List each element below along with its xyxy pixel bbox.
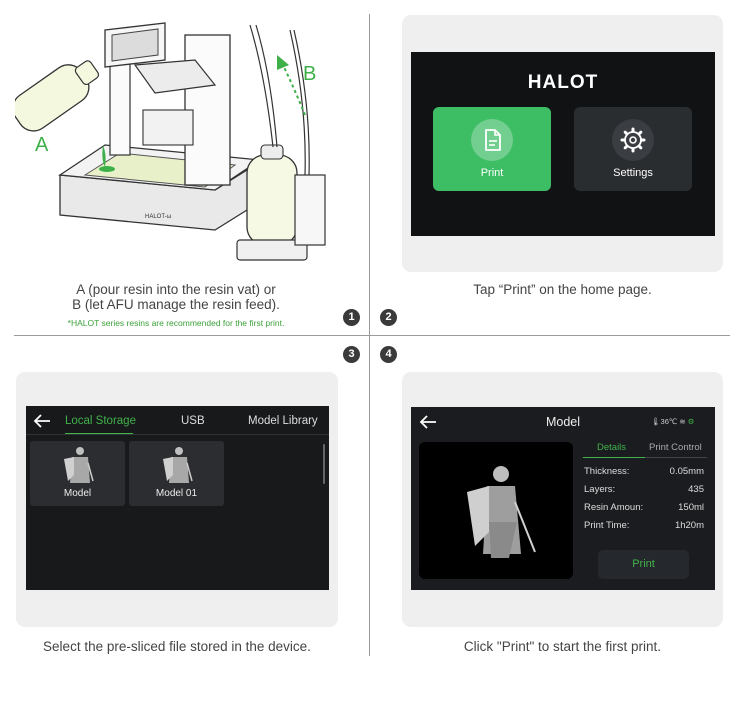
tab-bar-divider [26,434,329,435]
tab-model-library[interactable]: Model Library [248,415,318,427]
scrollbar[interactable] [323,444,325,484]
home-screen: HALOT Print Settings [411,52,715,236]
detail-label: Thickness: [584,466,630,477]
label-a: A [35,134,49,156]
detail-value: 435 [688,484,704,495]
settings-label: Settings [613,167,653,179]
tab-usb[interactable]: USB [181,415,205,427]
step1-caption: A (pour resin into the resin vat) or B (… [15,282,337,312]
active-tab-underline [583,457,645,458]
knight-model-icon [64,447,94,483]
detail-row-layers: Layers: 435 [584,484,704,495]
step3-caption: Select the pre-sliced file stored in the… [43,639,311,654]
brand-logo: HALOT [527,72,599,93]
settings-tile[interactable]: Settings [574,107,692,191]
printer-illustration-card: HALOT-ω A B [15,15,337,272]
file-name: Model 01 [155,488,198,499]
label-b: B [303,63,316,85]
print-tile[interactable]: Print [433,107,551,191]
thermometer-icon: 🌡 [651,417,661,426]
model-detail-screen: Model 🌡36℃ ≋ ⚙ Details Print Control Thi… [411,407,715,590]
detail-row-print-time: Print Time: 1h20m [584,520,704,531]
step-number: 4 [380,346,397,363]
document-icon [485,129,501,151]
detail-row-resin-amount: Resin Amoun: 150ml [584,502,704,513]
tab-print-control[interactable]: Print Control [649,442,702,453]
gear-icon [620,127,646,153]
settings-icon-circle [612,119,654,161]
model-preview [419,442,573,579]
printer-illustration: HALOT-ω A B [15,22,326,261]
tab-local-storage[interactable]: Local Storage [65,415,136,427]
tab-bar-divider [645,457,707,458]
caption-line: B (let AFU manage the resin feed). [72,297,280,312]
temperature-readout: 36℃ [660,417,678,426]
detail-label: Print Time: [584,520,630,531]
file-thumbnail[interactable]: Model [30,441,125,506]
status-bar: 🌡36℃ ≋ ⚙ [651,417,695,426]
knight-model-icon [467,466,536,558]
file-thumbnail[interactable]: Model 01 [129,441,224,506]
detail-row-thickness: Thickness: 0.05mm [584,466,704,477]
step-number: 1 [343,309,360,326]
resin-note: *HALOT series resins are recommended for… [67,318,285,328]
horizontal-divider [14,335,730,336]
step4-caption: Click "Print" to start the first print. [463,639,662,654]
detail-label: Resin Amoun: [584,502,644,513]
file-list-screen: Local Storage USB Model Library Model Mo… [26,406,329,590]
detail-value: 1h20m [674,520,704,531]
tab-details[interactable]: Details [597,442,626,453]
step-number: 3 [343,346,360,363]
file-name: Model [63,488,92,499]
detail-value: 150ml [678,502,704,513]
step-number: 2 [380,309,397,326]
print-icon-circle [471,119,513,161]
gear-icon: ⚙ [687,417,695,426]
detail-label: Layers: [584,484,616,495]
wifi-icon: ≋ [679,417,686,426]
print-button[interactable]: Print [598,550,689,579]
back-arrow-icon[interactable] [33,414,51,428]
detail-value: 0.05mm [669,466,704,477]
caption-line: A (pour resin into the resin vat) or [76,282,276,297]
print-label: Print [480,167,504,179]
printer-badge: HALOT-ω [145,214,172,220]
knight-model-icon [163,447,193,483]
step2-caption: Tap “Print” on the home page. [473,282,652,297]
